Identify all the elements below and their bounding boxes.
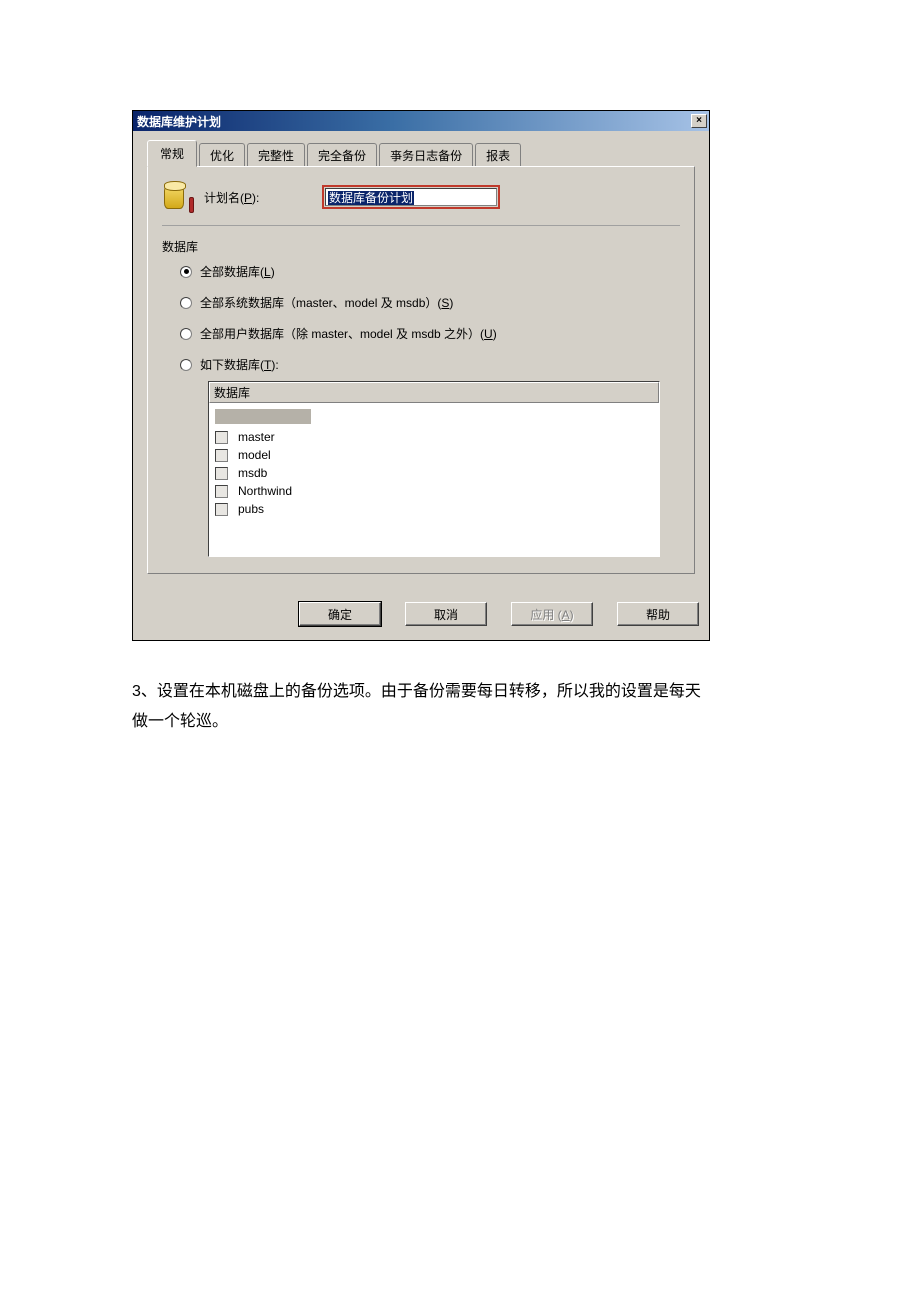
list-item-label: pubs: [238, 502, 264, 516]
cancel-button[interactable]: 取消: [405, 602, 487, 626]
caption-text: 3、设置在本机磁盘上的备份选项。由于备份需要每日转移，所以我的设置是每天做一个轮…: [132, 677, 712, 738]
close-icon[interactable]: ×: [691, 114, 707, 128]
list-item-label: master: [238, 430, 275, 444]
database-section-label: 数据库: [162, 238, 680, 255]
titlebar[interactable]: 数据库维护计划 ×: [133, 111, 709, 131]
radio-user-databases[interactable]: 全部用户数据库（除 master、model 及 msdb 之外）(U): [180, 325, 680, 342]
plan-name-input[interactable]: 数据库备份计划: [325, 188, 497, 206]
tab-general[interactable]: 常规: [147, 140, 197, 167]
checkbox-icon[interactable]: [215, 485, 228, 498]
list-item[interactable]: Northwind: [215, 482, 653, 500]
tab-report[interactable]: 报表: [475, 143, 521, 167]
checkbox-icon[interactable]: [215, 503, 228, 516]
tab-integrity[interactable]: 完整性: [247, 143, 305, 167]
database-list-header[interactable]: 数据库: [209, 382, 659, 403]
plan-name-label: 计划名(P):: [204, 189, 312, 206]
database-icon: [162, 181, 194, 213]
plan-name-highlight-box: 数据库备份计划: [322, 185, 500, 209]
help-button[interactable]: 帮助: [617, 602, 699, 626]
list-item[interactable]: pubs: [215, 500, 653, 518]
list-item[interactable]: master: [215, 428, 653, 446]
checkbox-icon[interactable]: [215, 431, 228, 444]
radio-system-databases[interactable]: 全部系统数据库（master、model 及 msdb）(S): [180, 294, 680, 311]
dialog-buttons: 确定 取消 应用 (A) 帮助: [133, 588, 709, 640]
dialog-title: 数据库维护计划: [137, 113, 691, 130]
tab-panel-general: 计划名(P): 数据库备份计划 数据库 全部数据库(L): [147, 166, 695, 574]
ok-button[interactable]: 确定: [299, 602, 381, 626]
apply-button: 应用 (A): [511, 602, 593, 626]
tab-optimize[interactable]: 优化: [199, 143, 245, 167]
list-item[interactable]: model: [215, 446, 653, 464]
database-list-selected-row[interactable]: [215, 409, 311, 424]
checkbox-icon[interactable]: [215, 467, 228, 480]
database-list[interactable]: 数据库 master model msdb: [208, 381, 660, 557]
plan-name-value: 数据库备份计划: [328, 191, 414, 205]
list-item-label: model: [238, 448, 271, 462]
checkbox-icon[interactable]: [215, 449, 228, 462]
list-item-label: Northwind: [238, 484, 292, 498]
tab-full-backup[interactable]: 完全备份: [307, 143, 377, 167]
radio-these-databases[interactable]: 如下数据库(T):: [180, 356, 680, 373]
list-item-label: msdb: [238, 466, 267, 480]
radio-icon: [180, 266, 192, 278]
list-item[interactable]: msdb: [215, 464, 653, 482]
radio-icon: [180, 328, 192, 340]
radio-icon: [180, 297, 192, 309]
radio-all-databases[interactable]: 全部数据库(L): [180, 263, 680, 280]
maintenance-plan-dialog: 数据库维护计划 × 常规 优化 完整性 完全备份 亊务日志备份 报表: [132, 110, 710, 641]
tab-txlog-backup[interactable]: 亊务日志备份: [379, 143, 473, 167]
tab-strip: 常规 优化 完整性 完全备份 亊务日志备份 报表: [147, 142, 695, 167]
radio-icon: [180, 359, 192, 371]
